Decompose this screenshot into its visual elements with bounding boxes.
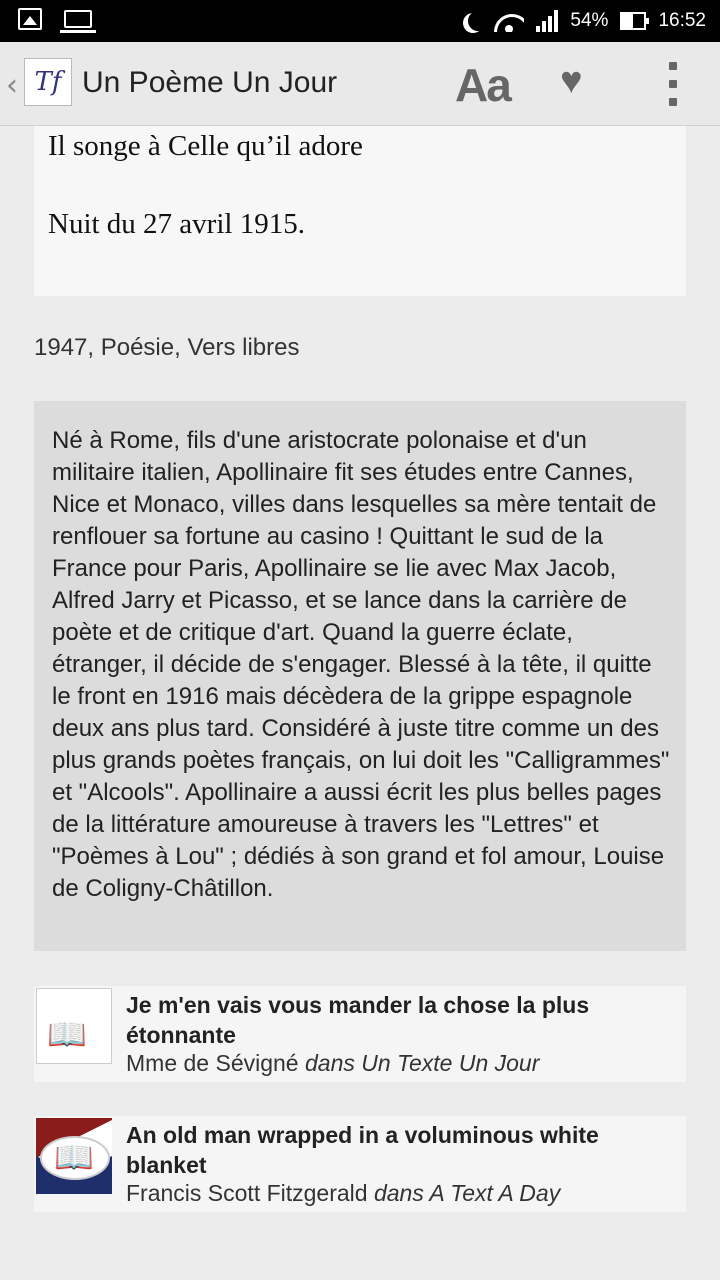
bio-text: Né à Rome, fils d'une aristocrate polona…: [52, 427, 670, 902]
related-author: Francis Scott Fitzgerald: [126, 1180, 374, 1206]
related-byline: Mme de Sévigné dans Un Texte Un Jour: [126, 1050, 539, 1077]
signal-icon: [536, 10, 559, 32]
book-icon: 📖: [54, 1139, 94, 1175]
clock: 16:52: [658, 10, 706, 31]
book-icon: 📖: [47, 1016, 87, 1052]
battery-icon: [620, 12, 650, 30]
gallery-icon: [18, 8, 42, 30]
book-thumbnail: 📖: [36, 988, 112, 1064]
page-title: Un Poème Un Jour: [82, 66, 338, 99]
related-title: An old man wrapped in a voluminous white…: [126, 1122, 599, 1178]
book-thumbnail: 📖: [36, 1118, 112, 1194]
related-source: dans A Text A Day: [373, 1180, 561, 1206]
font-size-button[interactable]: Aa: [455, 58, 512, 112]
app-logo[interactable]: Tf: [24, 58, 72, 106]
wifi-icon: [494, 10, 524, 32]
related-item[interactable]: 📖 Je m'en vais vous mander la chose la p…: [34, 986, 686, 1082]
poem-card: Il songe à Celle qu’il adore Nuit du 27 …: [34, 126, 686, 296]
related-byline: Francis Scott Fitzgerald dans A Text A D…: [126, 1180, 560, 1207]
overflow-menu-icon[interactable]: [662, 62, 684, 106]
app-bar: ‹ Tf Un Poème Un Jour Aa ♥: [0, 42, 720, 126]
chevron-left-icon[interactable]: ‹: [6, 68, 18, 103]
related-item[interactable]: 📖 An old man wrapped in a voluminous whi…: [34, 1116, 686, 1212]
battery-percent: 54%: [570, 10, 609, 31]
status-bar: 54% 16:52: [0, 0, 720, 42]
related-title: Je m'en vais vous mander la chose la plu…: [126, 992, 590, 1048]
poem-date: Nuit du 27 avril 1915.: [48, 208, 305, 240]
poem-metadata: 1947, Poésie, Vers libres: [34, 334, 300, 361]
related-author: Mme de Sévigné: [126, 1050, 305, 1076]
author-bio: Né à Rome, fils d'une aristocrate polona…: [34, 401, 686, 951]
moon-icon: [468, 11, 488, 31]
laptop-icon: [60, 10, 96, 33]
heart-icon[interactable]: ♥: [560, 60, 583, 103]
related-source: dans Un Texte Un Jour: [304, 1050, 540, 1076]
poem-line: Il songe à Celle qu’il adore: [48, 130, 363, 162]
